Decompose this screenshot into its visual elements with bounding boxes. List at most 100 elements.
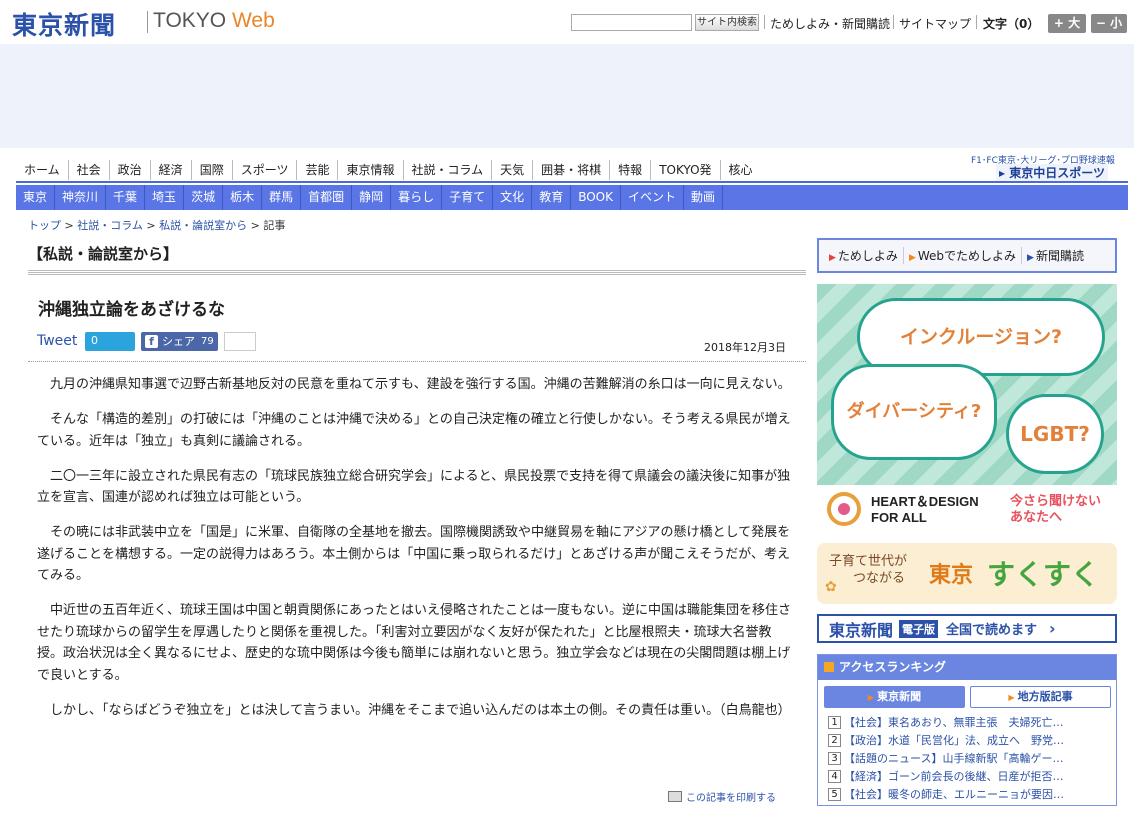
ranking-item[interactable]: 5 【社会】暖冬の師走、エルニーニョが要因… [828, 786, 1114, 804]
heart-design-line1: HEART＆DESIGN [871, 494, 979, 509]
ranking-item[interactable]: 3 【話題のニュース】山手線新駅「高輪ゲー… [828, 750, 1114, 768]
region-nav-item[interactable]: 子育て [442, 185, 494, 210]
ranking-item[interactable]: 1 【社会】東名あおり、無罪主張 夫婦死亡… [828, 714, 1114, 732]
region-nav-item[interactable]: 東京 [16, 185, 56, 210]
nav-item[interactable]: 囲碁・将棋 [533, 160, 611, 180]
breadcrumb: トップ > 社説・コラム > 私説・論説室から > 記事 [28, 217, 285, 233]
breadcrumb-top[interactable]: トップ [28, 219, 61, 232]
sukusuku-tagline-2: つながる [853, 571, 906, 586]
ranking-header: アクセスランキング [818, 655, 1116, 680]
logo-tokyo-shimbun[interactable]: 東京新聞 [12, 6, 116, 42]
arrow-right-icon: ▶ [829, 253, 836, 263]
main-nav: ホーム 社会 政治 経済 国際 スポーツ 芸能 東京情報 社説・コラム 天気 囲… [16, 160, 761, 180]
nav-item[interactable]: TOKYO発 [651, 160, 721, 180]
facebook-share-label: シェア [162, 335, 195, 348]
ranking-number: 5 [828, 788, 841, 801]
ranking-item[interactable]: 4 【経済】ゴーン前会長の後継、日産が拒否… [828, 768, 1114, 786]
nav-divider [16, 181, 1128, 183]
tab-local-edition[interactable]: ▶ 地方版記事 [970, 686, 1111, 708]
trial-subscribe-link[interactable]: ためしよみ・新聞購読 [770, 15, 890, 32]
ranking-number: 2 [828, 734, 841, 747]
sukusuku-tagline-1: 子育て世代が [829, 554, 908, 569]
font-smaller-button[interactable]: − 小 [1091, 14, 1127, 33]
article-date: 2018年12月3日 [704, 341, 786, 354]
tokyo-sukusuku-banner[interactable]: 子育て世代が つながる 東京 すくすく ✿ [817, 543, 1117, 604]
heart-design-tagline-2: あなたへ [1010, 510, 1063, 525]
region-nav-item[interactable]: 教育 [532, 185, 572, 210]
heart-design-banner[interactable]: インクルージョン? ダイバーシティ? LGBT? HEART＆DESIGN FO… [817, 284, 1117, 530]
ranking-title: アクセスランキング [839, 660, 947, 674]
tab-tokyo-shimbun[interactable]: ▶ 東京新聞 [824, 686, 965, 708]
region-nav-item[interactable]: イベント [621, 185, 684, 210]
region-nav-item[interactable]: BOOK [571, 185, 621, 210]
advertisement-area [0, 44, 1134, 148]
region-nav-item[interactable]: 栃木 [223, 185, 263, 210]
article-divider [28, 361, 806, 362]
region-nav-item[interactable]: 暮らし [391, 185, 443, 210]
nav-item[interactable]: 天気 [492, 160, 534, 180]
logo-tokyo-web[interactable]: TOKYO Web [153, 9, 275, 33]
region-nav-item[interactable]: 静岡 [352, 185, 392, 210]
sitemap-link[interactable]: サイトマップ [899, 15, 971, 32]
region-nav-item[interactable]: 千葉 [106, 185, 146, 210]
subscribe-link[interactable]: ▶ 新聞購読 [1022, 247, 1089, 264]
breadcrumb-separator: > [61, 219, 78, 232]
breadcrumb-current: 記事 [263, 219, 286, 232]
section-title: 【私説・論説室から】 [28, 245, 179, 263]
print-article-label: この記事を印刷する [686, 793, 776, 804]
web-trial-label: Webでためしよみ [917, 249, 1017, 263]
heart-design-line2: FOR ALL [871, 510, 927, 525]
sukusuku-tokyo: 東京 [929, 562, 974, 588]
web-trial-link[interactable]: ▶ Webでためしよみ [904, 247, 1023, 264]
region-nav-item[interactable]: 文化 [493, 185, 533, 210]
ranking-item[interactable]: 2 【政治】水道「民営化」法、成立へ 野党… [828, 732, 1114, 750]
ranking-number: 4 [828, 770, 841, 783]
nav-item[interactable]: 社会 [69, 160, 110, 180]
article-paragraph: そんな「構造的差別」の打破には「沖縄のことは沖縄で決める」との自己決定権の確立と… [37, 412, 791, 449]
ranking-icon [824, 662, 834, 672]
nav-item[interactable]: 社説・コラム [404, 160, 493, 180]
digital-text: 全国で読めます [946, 623, 1038, 638]
breadcrumb-separator: > [142, 219, 160, 232]
chunichi-sports-link[interactable]: ▸ 東京中日スポーツ [996, 164, 1108, 181]
nav-item[interactable]: ホーム [16, 160, 69, 180]
section-divider [28, 270, 806, 276]
region-nav-item[interactable]: 群馬 [262, 185, 302, 210]
region-nav-item[interactable]: 動画 [684, 185, 724, 210]
site-header: 東京新聞 TOKYO Web サイト内検索 ためしよみ・新聞購読 サイトマップ … [0, 0, 1134, 44]
search-input[interactable] [571, 14, 692, 31]
tab-local-label: 地方版記事 [1017, 690, 1073, 703]
nav-item[interactable]: 国際 [192, 160, 233, 180]
breadcrumb-column[interactable]: 私説・論説室から [159, 219, 247, 232]
tweet-count: 0 [85, 332, 135, 351]
print-article-link[interactable]: この記事を印刷する [668, 789, 776, 804]
font-larger-button[interactable]: + 大 [1048, 14, 1086, 33]
facebook-icon: f [145, 335, 158, 348]
nav-item[interactable]: 芸能 [297, 160, 339, 180]
nav-item[interactable]: 経済 [151, 160, 192, 180]
chevron-right-icon: › [1049, 619, 1056, 638]
trial-reading-link[interactable]: ▶ ためしよみ [824, 247, 904, 264]
nav-item[interactable]: スポーツ [233, 160, 298, 180]
nav-item[interactable]: 政治 [110, 160, 151, 180]
nav-item[interactable]: 特報 [610, 160, 652, 180]
region-nav-item[interactable]: 神奈川 [55, 185, 107, 210]
share-count-box[interactable] [224, 332, 256, 351]
region-nav-item[interactable]: 埼玉 [145, 185, 185, 210]
tab-tokyo-label: 東京新聞 [877, 690, 922, 703]
tweet-button[interactable]: Tweet [37, 333, 77, 349]
region-nav-item[interactable]: 首都圏 [301, 185, 353, 210]
digital-edition-banner[interactable]: 東京新聞 電子版 全国で読めます › [817, 614, 1117, 643]
logo-divider [147, 11, 148, 33]
arrow-right-icon: ▶ [908, 253, 916, 263]
region-nav-item[interactable]: 茨城 [184, 185, 224, 210]
nav-item[interactable]: 東京情報 [338, 160, 404, 180]
ranking-list: 1 【社会】東名あおり、無罪主張 夫婦死亡… 2 【政治】水道「民営化」法、成立へ … [828, 714, 1114, 804]
nav-item[interactable]: 核心 [721, 160, 761, 180]
subscribe-label: 新聞購読 [1035, 249, 1084, 263]
arrow-right-icon: ▶ [1027, 253, 1034, 263]
site-search-button[interactable]: サイト内検索 [695, 14, 759, 31]
breadcrumb-editorial[interactable]: 社説・コラム [77, 219, 143, 232]
facebook-share-button[interactable]: f シェア 79 [141, 332, 218, 351]
article-paragraph: 二〇一三年に設立された県民有志の「琉球民族独立総合研究学会」によると、県民投票で… [37, 468, 791, 506]
